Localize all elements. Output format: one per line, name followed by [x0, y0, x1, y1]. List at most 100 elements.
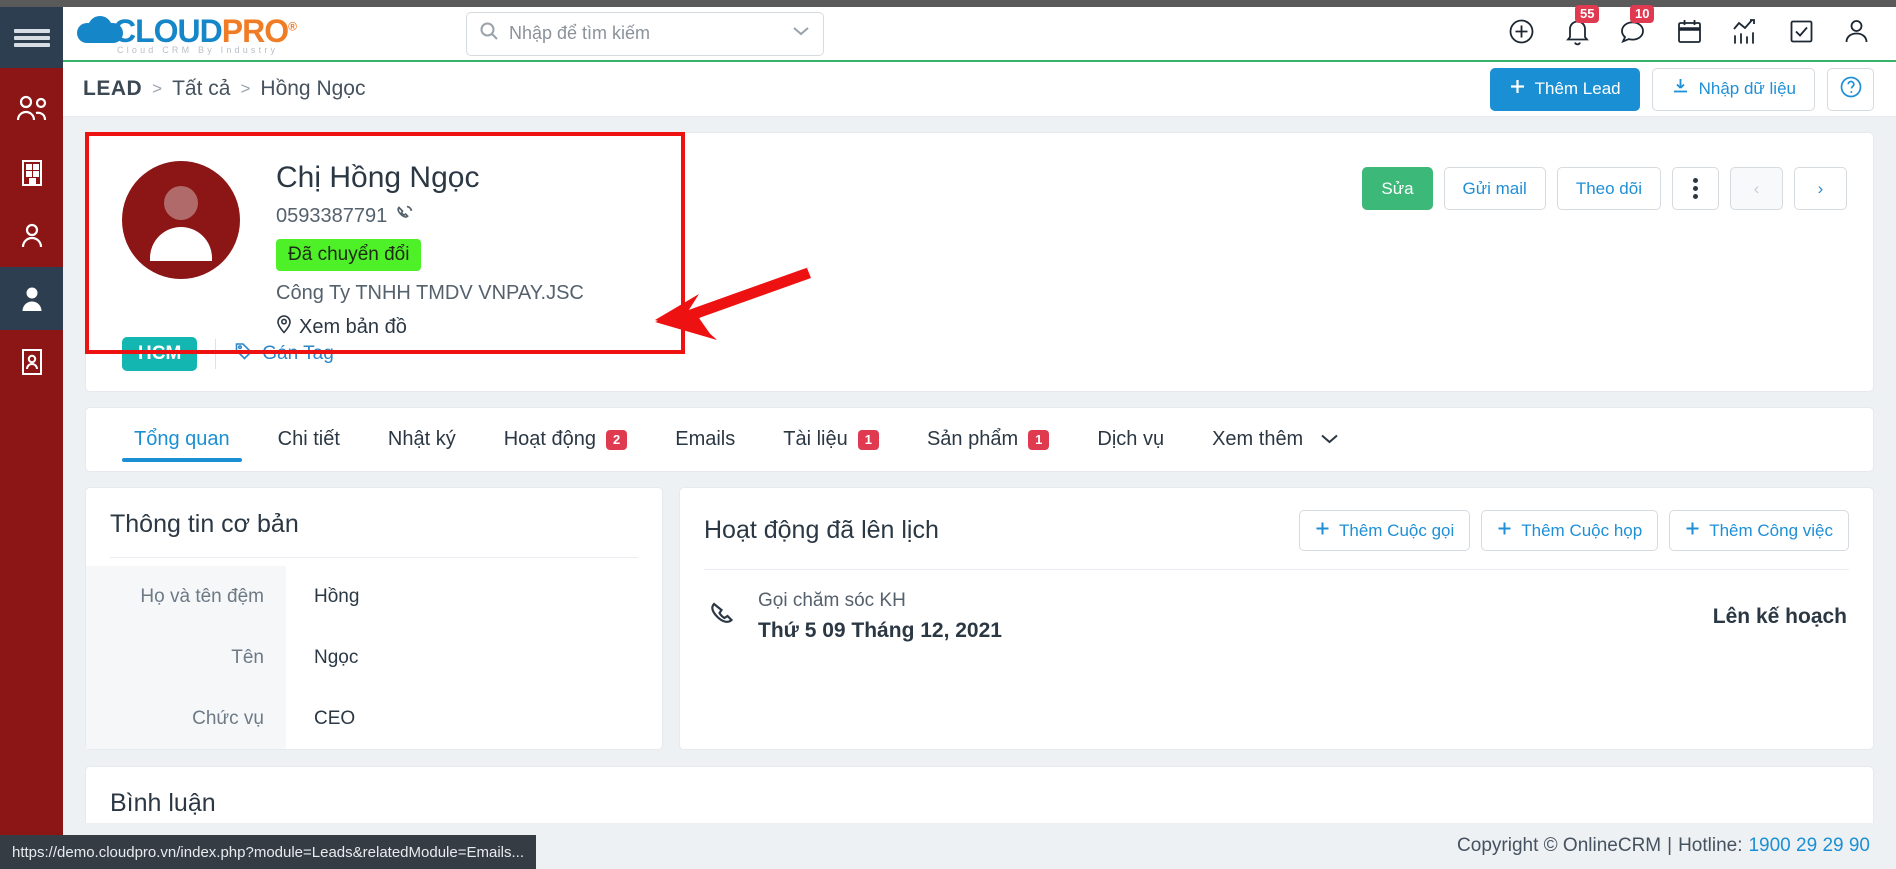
tab-chi-tiet[interactable]: Chi tiết — [254, 407, 364, 472]
search-icon — [479, 21, 499, 46]
next-record-button[interactable]: › — [1794, 167, 1847, 210]
logo-registered-mark: ® — [288, 18, 297, 33]
tab-more-label: Xem thêm — [1212, 428, 1304, 450]
field-value[interactable]: Hồng — [286, 586, 359, 608]
tab-label: Sản phẩm — [926, 428, 1019, 450]
scheduled-activities-panel: Hoạt động đã lên lịch Thêm Cuộc gọi Thêm… — [679, 487, 1874, 750]
chat-badge: 10 — [1630, 4, 1655, 23]
people-group-icon — [15, 95, 49, 125]
tab-emails[interactable]: Emails — [651, 407, 759, 472]
contact-person-icon — [19, 221, 45, 251]
plus-icon — [1315, 521, 1330, 541]
vertical-dots-icon — [1693, 178, 1698, 199]
basic-info-fields: Họ và tên đệm Hồng Tên Ngọc Chức vụ CEO — [86, 558, 662, 749]
lead-phone-number[interactable]: 0593387791 — [276, 205, 387, 228]
edit-button[interactable]: Sửa — [1362, 167, 1433, 210]
tab-label: Nhật ký — [387, 428, 456, 450]
phone-icon — [706, 599, 736, 634]
cloud-shape-icon — [77, 16, 123, 46]
tab-label: Hoạt động — [503, 428, 596, 450]
rail-icon-list — [0, 68, 63, 393]
tab-tai-lieu[interactable]: Tài liệu 1 — [759, 407, 903, 472]
lead-person-icon — [19, 284, 45, 314]
task-check-icon[interactable] — [1788, 18, 1815, 50]
document-person-icon — [20, 347, 44, 377]
basic-info-panel: Thông tin cơ bản Họ và tên đệm Hồng Tên … — [85, 487, 663, 750]
breadcrumb-list[interactable]: Tất cả — [172, 77, 230, 101]
list-item[interactable]: Gọi chăm sóc KH Thứ 5 09 Tháng 12, 2021 … — [680, 570, 1873, 669]
global-search[interactable] — [465, 11, 824, 56]
activity-title: Gọi chăm sóc KH — [758, 590, 906, 611]
tab-san-pham[interactable]: Sản phẩm 1 — [903, 407, 1073, 472]
search-input[interactable] — [508, 23, 791, 44]
field-value[interactable]: CEO — [286, 708, 355, 730]
add-meeting-button[interactable]: Thêm Cuộc họp — [1481, 510, 1659, 551]
breadcrumb-module[interactable]: LEAD — [83, 77, 142, 101]
rail-item-accounts[interactable] — [0, 141, 63, 204]
rail-item-contacts[interactable] — [0, 204, 63, 267]
lead-tag[interactable]: HCM — [122, 337, 198, 371]
cloudpro-logo[interactable]: CLOUDPRO® Cloud CRM By Industry — [77, 13, 297, 55]
field-row: Chức vụ CEO — [86, 688, 662, 749]
activity-date: Thứ 5 09 Tháng 12, 2021 — [758, 619, 1002, 642]
tab-nhat-ky[interactable]: Nhật ký — [364, 407, 480, 472]
content-panels: Thông tin cơ bản Họ và tên đệm Hồng Tên … — [85, 487, 1874, 750]
breadcrumb: LEAD > Tất cả > Hồng Ngọc — [83, 77, 365, 101]
breadcrumb-separator: > — [152, 79, 163, 98]
rail-item-documents[interactable] — [0, 330, 63, 393]
hamburger-line — [13, 35, 50, 40]
activity-text: Gọi chăm sóc KH Thứ 5 09 Tháng 12, 2021 — [758, 590, 1002, 643]
tab-label: Tổng quan — [134, 428, 230, 450]
field-value[interactable]: Ngọc — [286, 647, 358, 669]
assign-tag-button[interactable]: Gán Tag — [234, 341, 334, 367]
add-task-button[interactable]: Thêm Công việc — [1669, 510, 1849, 551]
phone-icon[interactable] — [395, 204, 414, 229]
follow-button[interactable]: Theo dõi — [1556, 167, 1661, 210]
scheduled-header: Hoạt động đã lên lịch Thêm Cuộc gọi Thêm… — [680, 488, 1873, 569]
top-header: CLOUDPRO® Cloud CRM By Industry Nhập để … — [63, 4, 1896, 62]
tab-badge: 1 — [1028, 429, 1050, 450]
import-data-label: Nhập dữ liệu — [1698, 79, 1796, 98]
chevron-down-icon[interactable] — [791, 24, 811, 43]
previous-record-button[interactable]: ‹ — [1730, 167, 1783, 210]
lead-action-buttons: Sửa Gửi mail Theo dõi ‹ › — [1362, 167, 1847, 210]
tab-hoat-dong[interactable]: Hoạt động 2 — [480, 407, 652, 472]
tab-label: Chi tiết — [277, 428, 340, 450]
download-icon — [1671, 77, 1690, 101]
add-lead-button[interactable]: Thêm Lead — [1489, 67, 1640, 111]
user-account-icon[interactable] — [1843, 17, 1870, 51]
send-mail-button[interactable]: Gửi mail — [1443, 167, 1546, 210]
tab-dich-vu[interactable]: Dịch vụ — [1073, 407, 1188, 472]
divider — [215, 339, 217, 369]
tab-more-button[interactable]: Xem thêm — [1188, 407, 1364, 472]
header-icon-group: 55 10 — [1507, 4, 1896, 51]
analytics-icon[interactable] — [1731, 17, 1760, 51]
tab-badge: 2 — [606, 429, 628, 450]
import-data-button[interactable]: Nhập dữ liệu — [1651, 67, 1815, 111]
bell-icon[interactable]: 55 — [1564, 4, 1600, 51]
footer-hotline-number[interactable]: 1900 29 29 90 — [1748, 835, 1870, 857]
rail-item-leads[interactable] — [0, 267, 63, 330]
tab-badge: 1 — [857, 429, 879, 450]
scheduled-title: Hoạt động đã lên lịch — [704, 516, 939, 544]
rail-item-organizations[interactable] — [0, 78, 63, 141]
calendar-icon[interactable] — [1676, 17, 1703, 51]
help-button[interactable] — [1827, 67, 1874, 111]
activity-status: Lên kế hoạch — [1712, 604, 1847, 628]
hamburger-line — [13, 28, 50, 33]
more-actions-button[interactable] — [1672, 167, 1719, 210]
tag-row: HCM Gán Tag — [122, 337, 334, 371]
add-call-label: Thêm Cuộc gọi — [1338, 520, 1455, 540]
breadcrumb-bar: LEAD > Tất cả > Hồng Ngọc Thêm Lead Nhập… — [63, 62, 1896, 117]
tab-tong-quan[interactable]: Tổng quan — [110, 407, 254, 472]
hamburger-line — [13, 42, 50, 47]
hamburger-menu-button[interactable] — [0, 7, 63, 68]
chat-icon[interactable]: 10 — [1619, 4, 1655, 51]
add-call-button[interactable]: Thêm Cuộc gọi — [1298, 510, 1471, 551]
footer-copyright: Copyright © OnlineCRM — [1457, 835, 1662, 856]
breadcrumb-current: Hồng Ngọc — [260, 77, 366, 100]
basic-info-title: Thông tin cơ bản — [110, 510, 299, 538]
view-map-label: Xem bản đồ — [299, 315, 407, 338]
add-circle-icon[interactable] — [1507, 17, 1536, 51]
field-row: Tên Ngọc — [86, 627, 662, 688]
